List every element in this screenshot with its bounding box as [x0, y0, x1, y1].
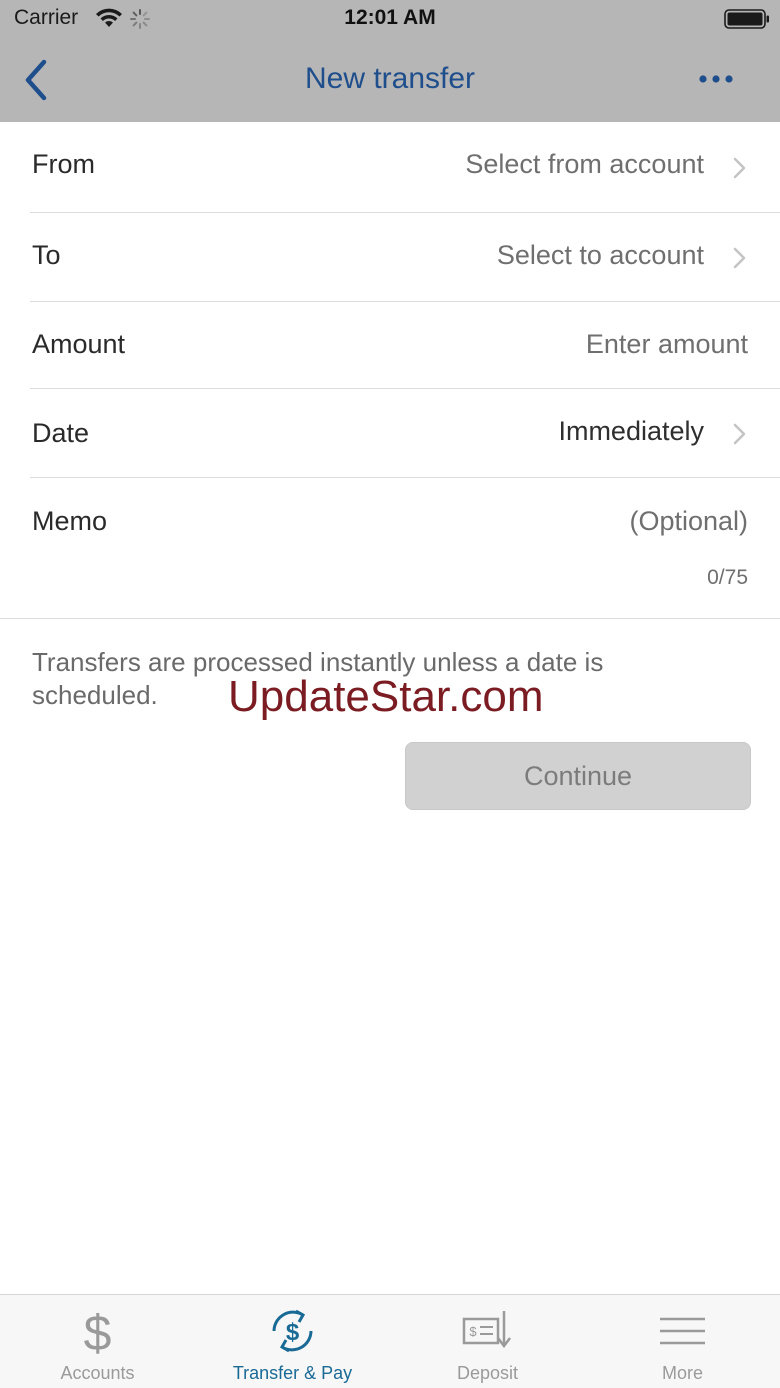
- tab-label: More: [661, 1363, 703, 1383]
- more-options-button[interactable]: [692, 64, 742, 94]
- memo-row[interactable]: Memo (Optional): [0, 478, 780, 618]
- section-divider: [0, 618, 780, 619]
- date-row[interactable]: Date Immediately: [0, 389, 780, 477]
- battery-icon: [724, 9, 769, 29]
- tab-label: Accounts: [60, 1363, 135, 1383]
- chevron-right-icon: [733, 157, 746, 179]
- tab-label: Deposit: [456, 1363, 519, 1383]
- watermark-text: UpdateStar.com: [228, 672, 544, 721]
- svg-text:$: $: [469, 1324, 477, 1339]
- tab-transfer-pay[interactable]: $ Transfer & Pay: [195, 1295, 390, 1388]
- status-bar: Carrier 12:01 AM: [0, 0, 780, 40]
- to-label: To: [32, 240, 61, 270]
- chevron-right-icon: [733, 247, 746, 269]
- to-account-value: Select to account: [496, 240, 704, 270]
- from-account-value: Select from account: [465, 149, 704, 179]
- tab-bar: $ Accounts $ Transfer & Pay $ Deposit Mo…: [0, 1294, 780, 1388]
- chevron-right-icon: [733, 423, 746, 445]
- from-label: From: [32, 149, 95, 179]
- memo-label: Memo: [32, 506, 108, 536]
- menu-icon: [660, 1317, 705, 1345]
- page-title: New transfer: [304, 62, 476, 95]
- continue-button[interactable]: Continue: [405, 742, 751, 810]
- tab-accounts[interactable]: $ Accounts: [0, 1295, 195, 1388]
- transfer-pay-icon: $: [272, 1309, 313, 1353]
- date-value: Immediately: [558, 416, 704, 446]
- svg-text:$: $: [84, 1305, 112, 1357]
- amount-label: Amount: [32, 329, 126, 359]
- amount-row[interactable]: Amount Enter amount: [0, 302, 780, 388]
- svg-text:$: $: [286, 1319, 300, 1346]
- memo-input[interactable]: (Optional): [629, 506, 748, 537]
- navigation-bar: New transfer: [0, 40, 780, 122]
- ellipsis-icon: [699, 75, 733, 83]
- to-account-row[interactable]: To Select to account: [0, 213, 780, 301]
- dollar-icon: $: [84, 1305, 112, 1357]
- memo-character-counter: 0/75: [707, 566, 748, 589]
- tab-more[interactable]: More: [585, 1295, 780, 1388]
- from-account-row[interactable]: From Select from account: [0, 122, 780, 212]
- check-deposit-icon: $: [462, 1311, 511, 1349]
- amount-input[interactable]: Enter amount: [586, 329, 748, 360]
- tab-label: Transfer & Pay: [232, 1363, 353, 1383]
- status-time: 12:01 AM: [344, 6, 436, 29]
- date-label: Date: [32, 418, 90, 448]
- top-bar: Carrier 12:01 AM New transfer: [0, 0, 780, 122]
- tab-deposit[interactable]: $ Deposit: [390, 1295, 585, 1388]
